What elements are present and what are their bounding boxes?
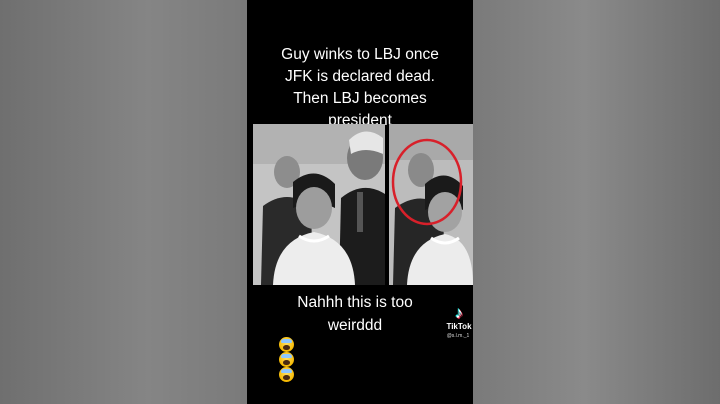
video-frame[interactable]: Guy winks to LBJ once JFK is declared de… (247, 0, 473, 404)
blurred-background-right (473, 0, 720, 404)
tiktok-username: @s.l.m._1 (446, 333, 470, 339)
bottom-caption: Nahhh this is too weirddd (275, 291, 435, 382)
top-caption-line: Guy winks to LBJ once (281, 46, 439, 63)
tiktok-brand: TikTok (446, 322, 472, 331)
screaming-face-emoji-icon (279, 337, 294, 352)
top-caption: Guy winks to LBJ once JFK is declared de… (253, 44, 467, 132)
tiktok-logo-icon: ♪ (455, 305, 463, 322)
photo-right (389, 124, 473, 285)
top-caption-line: JFK is declared dead. (285, 68, 435, 85)
bottom-caption-line: weirddd (275, 314, 435, 382)
photo-left (253, 124, 385, 285)
emoji-row (279, 337, 435, 382)
top-caption-line: Then LBJ becomes (293, 90, 427, 107)
screaming-face-emoji-icon (279, 367, 294, 382)
blurred-background-left (0, 0, 247, 404)
screaming-face-emoji-icon (279, 352, 294, 367)
bottom-caption-text: weirddd (327, 317, 383, 334)
bottom-caption-line: Nahhh this is too (297, 294, 413, 311)
tiktok-watermark: ♪ TikTok @s.l.m._1 (444, 306, 473, 340)
